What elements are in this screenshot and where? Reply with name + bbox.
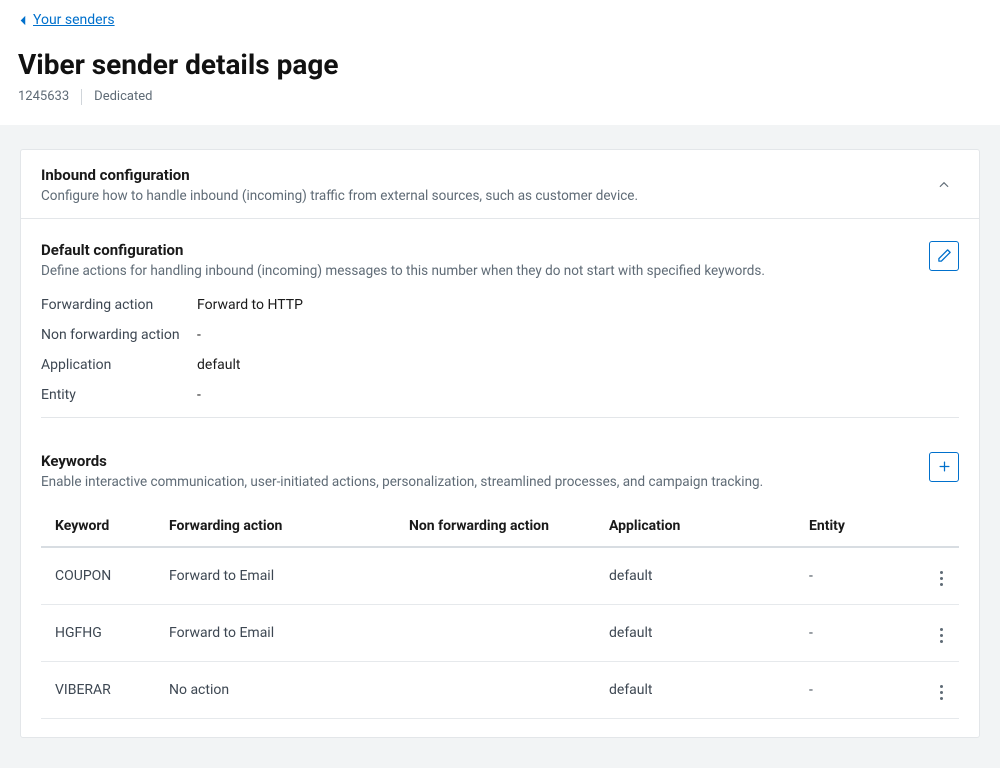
kv-label: Forwarding action [41,297,197,313]
cell-nonforwarding [401,547,601,605]
kv-value: - [197,327,201,343]
keywords-title: Keywords [41,452,959,470]
keywords-table: Keyword Forwarding action Non forwarding… [41,508,959,719]
keywords-section: Keywords Enable interactive communicatio… [41,452,959,719]
row-actions[interactable] [919,604,959,661]
table-header-row: Keyword Forwarding action Non forwarding… [41,508,959,547]
more-icon [932,681,951,704]
page-title: Viber sender details page [18,48,982,81]
cell-keyword: HGFHG [41,604,161,661]
chevron-left-icon [18,15,27,26]
inbound-config-desc: Configure how to handle inbound (incomin… [41,188,929,204]
kv-row: Application default [41,357,959,373]
kv-value: default [197,357,241,373]
col-header-action [919,508,959,547]
kv-value: Forward to HTTP [197,297,303,313]
pencil-icon [937,248,952,263]
row-actions[interactable] [919,661,959,718]
page-type: Dedicated [94,89,152,104]
kv-label: Entity [41,387,197,403]
cell-application: default [601,661,801,718]
cell-forwarding: No action [161,661,401,718]
panel-body: Default configuration Define actions for… [21,219,979,737]
add-keyword-button[interactable] [929,452,959,482]
page-body: Inbound configuration Configure how to h… [0,125,1000,768]
kv-label: Application [41,357,197,373]
plus-icon [937,459,952,474]
col-header-keyword: Keyword [41,508,161,547]
panel-header-text: Inbound configuration Configure how to h… [41,166,929,204]
breadcrumb-label: Your senders [33,12,115,28]
edit-default-config-button[interactable] [929,241,959,271]
cell-entity: - [801,661,919,718]
cell-application: default [601,547,801,605]
cell-application: default [601,604,801,661]
cell-forwarding: Forward to Email [161,604,401,661]
default-config-section: Default configuration Define actions for… [41,241,959,418]
col-header-application: Application [601,508,801,547]
table-row: COUPON Forward to Email default - [41,547,959,605]
kv-row: Non forwarding action - [41,327,959,343]
cell-keyword: VIBERAR [41,661,161,718]
panel-collapse-toggle[interactable] [929,170,959,200]
page-meta: 1245633 Dedicated [18,89,982,105]
cell-nonforwarding [401,604,601,661]
kv-row: Entity - [41,387,959,403]
cell-entity: - [801,604,919,661]
meta-divider [81,89,82,105]
col-header-forwarding: Forwarding action [161,508,401,547]
section-divider [41,417,959,418]
cell-entity: - [801,547,919,605]
kv-value: - [197,387,201,403]
page-id: 1245633 [18,89,69,104]
table-row: VIBERAR No action default - [41,661,959,718]
more-icon [932,567,951,590]
col-header-nonforwarding: Non forwarding action [401,508,601,547]
inbound-config-title: Inbound configuration [41,166,929,184]
default-config-title: Default configuration [41,241,959,259]
cell-keyword: COUPON [41,547,161,605]
keywords-desc: Enable interactive communication, user-i… [41,474,959,490]
default-config-desc: Define actions for handling inbound (inc… [41,263,959,279]
page-header: Your senders Viber sender details page 1… [0,0,1000,125]
row-actions[interactable] [919,547,959,605]
cell-forwarding: Forward to Email [161,547,401,605]
inbound-config-header[interactable]: Inbound configuration Configure how to h… [21,150,979,219]
kv-label: Non forwarding action [41,327,197,343]
col-header-entity: Entity [801,508,919,547]
breadcrumb-back-link[interactable]: Your senders [18,12,115,28]
kv-row: Forwarding action Forward to HTTP [41,297,959,313]
chevron-up-icon [937,178,951,192]
inbound-config-panel: Inbound configuration Configure how to h… [20,149,980,738]
more-icon [932,624,951,647]
table-row: HGFHG Forward to Email default - [41,604,959,661]
cell-nonforwarding [401,661,601,718]
